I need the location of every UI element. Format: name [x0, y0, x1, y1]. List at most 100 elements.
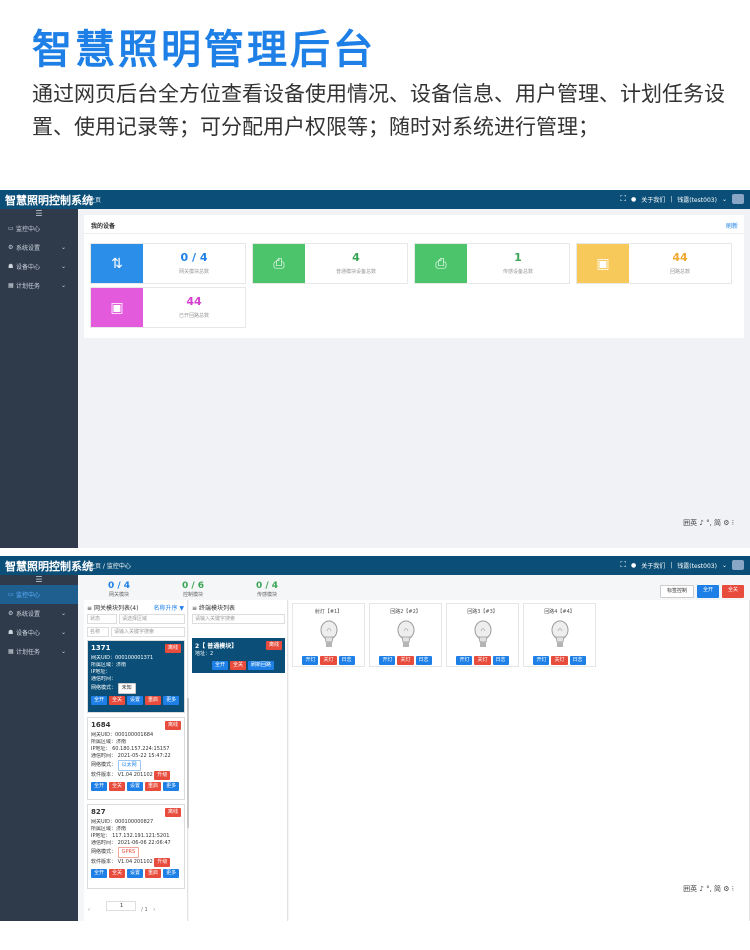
avatar[interactable]: [732, 560, 744, 570]
summary-control: 0 / 6 控制模块: [181, 581, 205, 598]
gateway-version: 软件版本： V1.04 201102 升级: [91, 771, 181, 780]
gateway-action-button[interactable]: 设置: [127, 696, 144, 705]
sort-dropdown[interactable]: 名称升序 ▼: [153, 603, 184, 612]
gateway-action-button[interactable]: 全关: [109, 869, 126, 878]
fullscreen-icon[interactable]: ⛶: [620, 195, 626, 203]
gateway-action-button[interactable]: 全关: [109, 782, 126, 791]
stat-value: 0 / 4: [180, 251, 208, 264]
module-all-on-button[interactable]: 全开: [212, 661, 229, 670]
loop-action-button[interactable]: 开灯: [533, 656, 550, 665]
gateway-card[interactable]: 1371 离线 网关UID：000100001371 所属区域：济南 IP地址： 通信时间…: [87, 640, 185, 713]
sidebar-item-devices[interactable]: ☗ 设备中心 ⌄: [0, 257, 78, 276]
device-icon: ⎙: [253, 244, 305, 283]
user-menu[interactable]: 钱露(test003): [677, 195, 717, 204]
hamburger-icon[interactable]: ☰: [0, 209, 78, 219]
all-on-button[interactable]: 全开: [696, 585, 719, 598]
loop-action-button[interactable]: 关灯: [474, 656, 491, 665]
gateway-card[interactable]: 1684 离线 网关UID：000100001684 所属区域：济南 IP地址： 60.…: [87, 717, 185, 800]
sidebar-item-schedule[interactable]: ▦ 计划任务 ⌄: [0, 276, 78, 295]
gateway-card[interactable]: 827 离线 网关UID：000100000827 所属区域：济南 IP地址： 117.…: [87, 804, 185, 889]
list-icon: ≡: [192, 605, 199, 612]
module-list-title: ≡ 终端模块列表: [192, 605, 235, 612]
main-content: 0 / 4 网关模块 0 / 6 控制模块 0 / 4 传感模块 标签控制 全开 全关…: [78, 575, 750, 921]
about-link[interactable]: 关于我们: [641, 195, 665, 204]
loop-action-button[interactable]: 开灯: [379, 656, 396, 665]
next-page-icon[interactable]: ›: [153, 907, 155, 913]
module-refresh-button[interactable]: 刷新回路: [248, 661, 275, 670]
page-input[interactable]: 1: [105, 901, 136, 911]
gateway-action-button[interactable]: 重启: [145, 696, 162, 705]
loop-card[interactable]: 射灯【#1】 开灯 关灯 日志: [292, 603, 365, 667]
sidebar-item-monitor[interactable]: ▭ 监控中心: [0, 585, 78, 604]
gear-icon: ⚙: [8, 610, 14, 617]
refresh-link[interactable]: 刷新: [726, 221, 738, 230]
sidebar-item-devices[interactable]: ☗ 设备中心 ⌄: [0, 623, 78, 642]
loop-action-button[interactable]: 关灯: [551, 656, 568, 665]
gateway-action-button[interactable]: 重启: [145, 782, 162, 791]
loop-action-button[interactable]: 日志: [492, 656, 509, 665]
keyword-input[interactable]: 请输入关键字搜索: [111, 627, 185, 637]
loop-action-button[interactable]: 日志: [569, 656, 586, 665]
light-bulb-icon: [474, 620, 492, 647]
gateway-action-button[interactable]: 全开: [91, 696, 108, 705]
hamburger-icon[interactable]: ☰: [0, 575, 78, 585]
loop-action-button[interactable]: 开灯: [456, 656, 473, 665]
gateway-action-button[interactable]: 更多: [163, 782, 180, 791]
sidebar-item-monitor[interactable]: ▭ 监控中心: [0, 219, 78, 238]
upgrade-button[interactable]: 升级: [154, 858, 171, 867]
loop-title: 回路4【#4】: [544, 609, 575, 615]
chevron-down-icon[interactable]: ⌄: [722, 196, 727, 203]
app-brand: 智慧照明控制系统: [5, 194, 93, 207]
avatar[interactable]: [732, 194, 744, 204]
sidebar-item-settings[interactable]: ⚙ 系统设置 ⌄: [0, 238, 78, 257]
loop-action-button[interactable]: 日志: [338, 656, 355, 665]
gateway-action-button[interactable]: 全开: [91, 869, 108, 878]
gateway-action-button[interactable]: 设置: [127, 869, 144, 878]
gateway-action-button[interactable]: 设置: [127, 782, 144, 791]
status-select[interactable]: 状态: [87, 614, 117, 624]
loop-card[interactable]: 回路2【#2】 开灯 关灯 日志: [369, 603, 442, 667]
loop-action-button[interactable]: 开灯: [302, 656, 319, 665]
stat-card[interactable]: ⎙ 1 传感设备总数: [414, 243, 570, 284]
name-select[interactable]: 名称: [87, 627, 109, 637]
stat-card[interactable]: ▣ 44 回路总数: [576, 243, 732, 284]
upgrade-button[interactable]: 升级: [154, 771, 171, 780]
all-off-button[interactable]: 全关: [721, 585, 744, 598]
label-control-button[interactable]: 标签控制: [659, 585, 694, 598]
module-all-off-button[interactable]: 全关: [230, 661, 247, 670]
sidebar-item-schedule[interactable]: ▦ 计划任务 ⌄: [0, 642, 78, 661]
stat-card[interactable]: ▣ 44 已开回路总数: [90, 287, 246, 328]
chevron-down-icon: ⌄: [60, 610, 66, 617]
gateway-action-button[interactable]: 全关: [109, 696, 126, 705]
loop-action-button[interactable]: 日志: [415, 656, 432, 665]
hero-title: 智慧照明管理后台: [32, 27, 376, 73]
loop-action-button[interactable]: 关灯: [320, 656, 337, 665]
loop-actions: 开灯 关灯 日志: [447, 656, 518, 665]
gateway-action-button[interactable]: 更多: [163, 696, 180, 705]
monitor-icon: ▭: [8, 225, 14, 232]
breadcrumb[interactable]: 主页 / 监控中心: [89, 561, 131, 570]
module-search-input[interactable]: 请输入关键字搜索: [192, 614, 285, 624]
module-card[interactable]: 2【 普通模块】 地址：2 离线 全开 全关 刷新回路: [192, 638, 285, 673]
about-link[interactable]: 关于我们: [641, 561, 665, 570]
gateway-action-button[interactable]: 更多: [163, 869, 180, 878]
app-brand: 智慧照明控制系统: [5, 560, 93, 573]
loop-action-button[interactable]: 关灯: [397, 656, 414, 665]
breadcrumb[interactable]: 主页: [89, 195, 101, 204]
chevron-down-icon[interactable]: ⌄: [722, 562, 727, 569]
stat-card[interactable]: ⇅ 0 / 4 网关模块总数: [90, 243, 246, 284]
area-select[interactable]: 请选择区域: [119, 614, 185, 624]
fullscreen-icon[interactable]: ⛶: [620, 561, 626, 569]
stat-card[interactable]: ⎙ 4 普通模块设备总数: [252, 243, 408, 284]
loop-card[interactable]: 回路3【#3】 开灯 关灯 日志: [446, 603, 519, 667]
top-bar: 智慧照明控制系统 主页 / 监控中心 ⛶ ● 关于我们 | 钱露(test003…: [0, 556, 750, 575]
gateway-action-button[interactable]: 全开: [91, 782, 108, 791]
loop-card[interactable]: 回路4【#4】开灯 关灯 日志: [523, 603, 596, 667]
dashboard-screenshot: 智慧照明控制系统 主页 ⛶ ● 关于我们 | 钱露(test003) ⌄ ☰ ▭…: [0, 190, 750, 548]
prev-page-icon[interactable]: ‹: [88, 907, 90, 913]
monitor-icon: ▭: [8, 591, 14, 598]
user-menu[interactable]: 钱露(test003): [677, 561, 717, 570]
sidebar-item-settings[interactable]: ⚙ 系统设置 ⌄: [0, 604, 78, 623]
gateway-time: 通信时间： 2021-06-06 22:06:47: [91, 840, 171, 846]
gateway-action-button[interactable]: 重启: [145, 869, 162, 878]
